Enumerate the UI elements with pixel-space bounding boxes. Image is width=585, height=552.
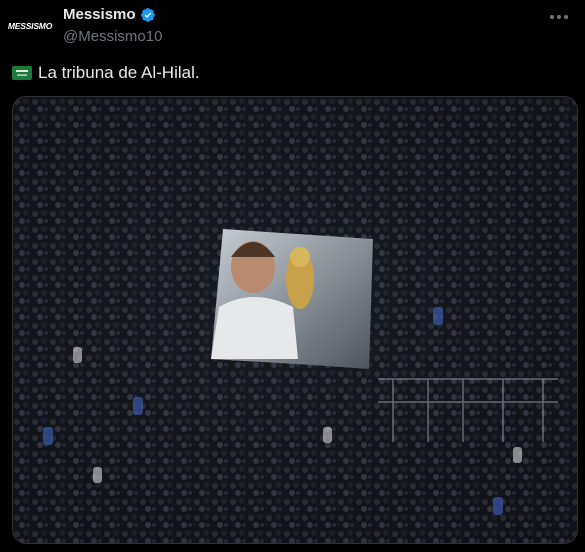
author-display-name[interactable]: Messismo [63, 6, 136, 23]
verified-badge-icon [140, 7, 155, 22]
tweet-card[interactable]: MESSISMO Messismo @Messismo10 La tribuna… [0, 0, 585, 552]
more-options-button[interactable] [547, 6, 571, 28]
author-handle[interactable]: @Messismo10 [63, 28, 162, 45]
saudi-flag-icon [12, 66, 32, 80]
avatar[interactable]: MESSISMO [7, 6, 53, 46]
stadium-crowd-image [13, 97, 577, 543]
tweet-media-photo[interactable] [12, 96, 578, 544]
more-dots-icon [550, 15, 568, 19]
tweet-text-row: La tribuna de Al-Hilal. [12, 63, 200, 83]
author-name-row[interactable]: Messismo [63, 6, 156, 23]
avatar-logo-text: MESSISMO [7, 21, 53, 31]
tweet-text: La tribuna de Al-Hilal. [38, 63, 200, 82]
